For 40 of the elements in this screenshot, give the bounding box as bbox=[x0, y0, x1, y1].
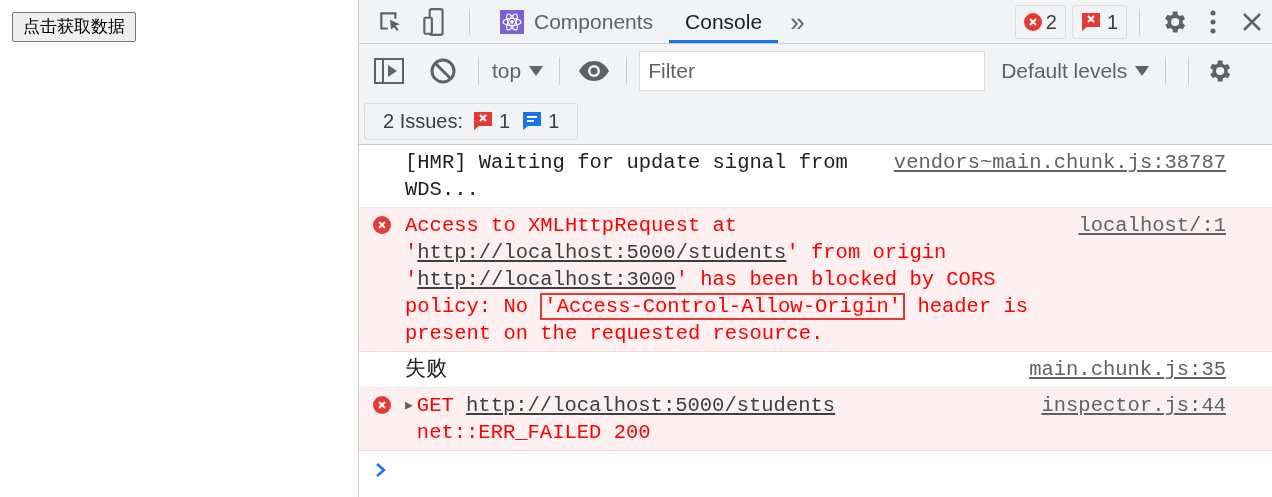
highlighted-header: 'Access-Control-Allow-Origin' bbox=[540, 293, 906, 320]
issue-count-badge[interactable]: 1 bbox=[1071, 4, 1127, 39]
error-icon bbox=[373, 216, 391, 234]
close-icon[interactable] bbox=[1242, 11, 1262, 32]
url-link[interactable]: http://localhost:5000/students bbox=[466, 394, 836, 417]
source-link[interactable]: vendors~main.chunk.js:38787 bbox=[893, 149, 1226, 176]
atom-icon bbox=[500, 9, 524, 34]
log-levels-dropdown[interactable]: Default levels bbox=[1001, 55, 1150, 87]
clear-console-icon[interactable] bbox=[430, 58, 456, 84]
issues-button[interactable]: 2 Issues: 1 1 bbox=[364, 102, 579, 140]
error-count: 2 bbox=[1045, 9, 1057, 35]
console-message: Access to XMLHttpRequest at 'http://localhost:5000/students' from origin 'http://localhost:3000' has been blocked by CORS policy: No 'Access-Control-Allow-Origin' header is present on the requested resource. bbox=[405, 213, 1030, 347]
sidebar-toggle-icon[interactable] bbox=[374, 58, 404, 84]
caret-icon bbox=[529, 66, 544, 76]
error-icon bbox=[1023, 12, 1042, 31]
eye-icon[interactable] bbox=[578, 61, 611, 81]
error-icon bbox=[373, 396, 391, 414]
context-dropdown[interactable]: top bbox=[492, 55, 544, 87]
console-message: GET http://localhost:5000/students net::ERR_FAILED 200 bbox=[416, 393, 837, 446]
device-toolbar-icon[interactable] bbox=[421, 6, 447, 37]
url-link[interactable]: http://localhost:3000 bbox=[417, 268, 676, 291]
console-message: [HMR] Waiting for update signal from WDS... bbox=[405, 150, 849, 203]
prompt-icon bbox=[375, 463, 387, 477]
source-link[interactable]: main.chunk.js:35 bbox=[1029, 356, 1226, 383]
issue-icon bbox=[1080, 11, 1101, 32]
issue-icon bbox=[473, 111, 494, 131]
caret-icon bbox=[1135, 66, 1150, 76]
expand-triangle-icon[interactable]: ▶ bbox=[405, 392, 413, 419]
issue-count: 1 bbox=[1106, 9, 1118, 35]
fetch-data-button[interactable]: 点击获取数据 bbox=[12, 12, 136, 42]
tab[interactable]: Components bbox=[484, 0, 670, 43]
source-link[interactable]: inspector.js:44 bbox=[1041, 392, 1226, 419]
more-options-icon[interactable] bbox=[1210, 9, 1216, 34]
error-count-badge[interactable]: 2 bbox=[1014, 4, 1066, 39]
more-tabs-icon[interactable]: » bbox=[790, 8, 805, 35]
filter-field[interactable]: Filter bbox=[639, 51, 986, 91]
source-link[interactable]: localhost/:1 bbox=[1078, 212, 1226, 239]
console-message: 失败 bbox=[405, 356, 448, 383]
message-icon bbox=[522, 111, 543, 131]
url-link[interactable]: http://localhost:5000/students bbox=[417, 241, 787, 264]
